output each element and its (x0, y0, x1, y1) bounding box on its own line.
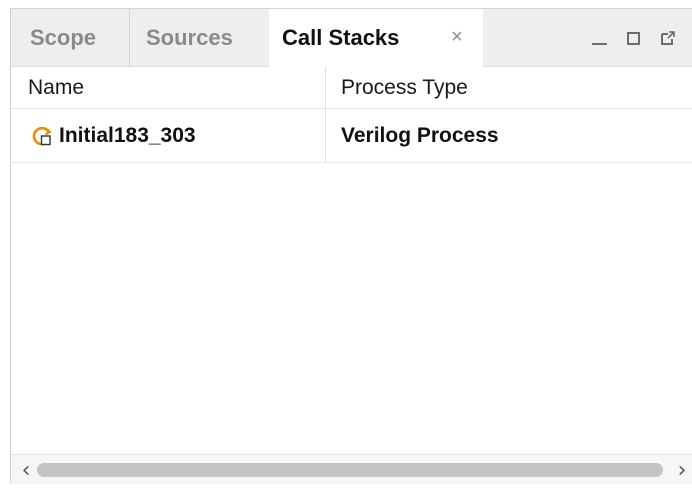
float-icon (661, 31, 675, 45)
tab-call-stacks[interactable]: Call Stacks × (269, 9, 483, 68)
cell-name: Initial183_303 (31, 109, 321, 163)
maximize-icon (626, 31, 640, 45)
table-header: Name Process Type (11, 67, 692, 109)
column-header-name-label: Name (28, 76, 85, 99)
scroll-left-icon[interactable]: ‹ (15, 455, 37, 485)
tab-sources-label: Sources (146, 25, 233, 50)
column-header-name[interactable]: Name (28, 67, 318, 109)
tab-scope-label: Scope (30, 25, 97, 50)
process-type: Verilog Process (341, 124, 499, 147)
minimize-button[interactable] (587, 9, 611, 67)
tab-call-stacks-label: Call Stacks (282, 25, 400, 50)
float-button[interactable] (656, 9, 680, 67)
tab-sources[interactable]: Sources (129, 9, 269, 67)
scroll-right-icon[interactable]: › (671, 455, 692, 485)
minimize-icon (591, 43, 607, 45)
tab-scope[interactable]: Scope (11, 9, 129, 67)
table-row[interactable]: Initial183_303 Verilog Process (11, 109, 692, 163)
column-header-process-type-label: Process Type (341, 76, 468, 99)
call-stacks-panel: Scope Sources Call Stacks × Name Process… (10, 8, 692, 484)
scrollbar-thumb[interactable] (37, 463, 663, 477)
column-header-process-type[interactable]: Process Type (341, 67, 681, 109)
cell-process-type: Verilog Process (341, 109, 681, 163)
process-icon (32, 126, 52, 146)
process-name: Initial183_303 (59, 124, 196, 147)
tab-bar: Scope Sources Call Stacks × (11, 9, 692, 68)
close-icon[interactable]: × (451, 27, 463, 47)
horizontal-scrollbar[interactable]: ‹ › (11, 454, 692, 484)
maximize-button[interactable] (621, 9, 645, 67)
